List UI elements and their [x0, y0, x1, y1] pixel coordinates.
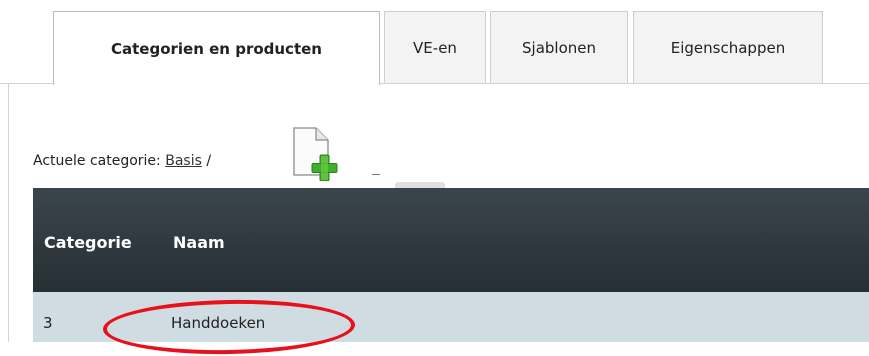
- breadcrumb-prefix: Actuele categorie:: [33, 153, 161, 169]
- tab-eigenschappen[interactable]: Eigenschappen: [633, 11, 823, 83]
- secondary-link[interactable]: [372, 166, 380, 175]
- add-document-icon[interactable]: [290, 125, 348, 182]
- table-header: Categorie Naam: [33, 188, 869, 292]
- table-row[interactable]: 3 Handdoeken: [33, 292, 869, 342]
- breadcrumb: Actuele categorie: Basis /: [33, 153, 211, 169]
- tab-categorien-en-producten[interactable]: Categorien en producten: [53, 11, 380, 85]
- tab-bar: Categorien en producten VE-en Sjablonen …: [0, 0, 869, 85]
- column-header-naam[interactable]: Naam: [173, 233, 225, 252]
- tab-sjablonen[interactable]: Sjablonen: [490, 11, 628, 83]
- breadcrumb-link-basis[interactable]: Basis: [165, 153, 202, 169]
- row-categorie: 3: [43, 314, 53, 332]
- column-header-categorie[interactable]: Categorie: [44, 233, 132, 252]
- breadcrumb-separator: /: [206, 153, 212, 169]
- tab-ve-en[interactable]: VE-en: [384, 11, 486, 83]
- row-naam: Handdoeken: [171, 314, 266, 332]
